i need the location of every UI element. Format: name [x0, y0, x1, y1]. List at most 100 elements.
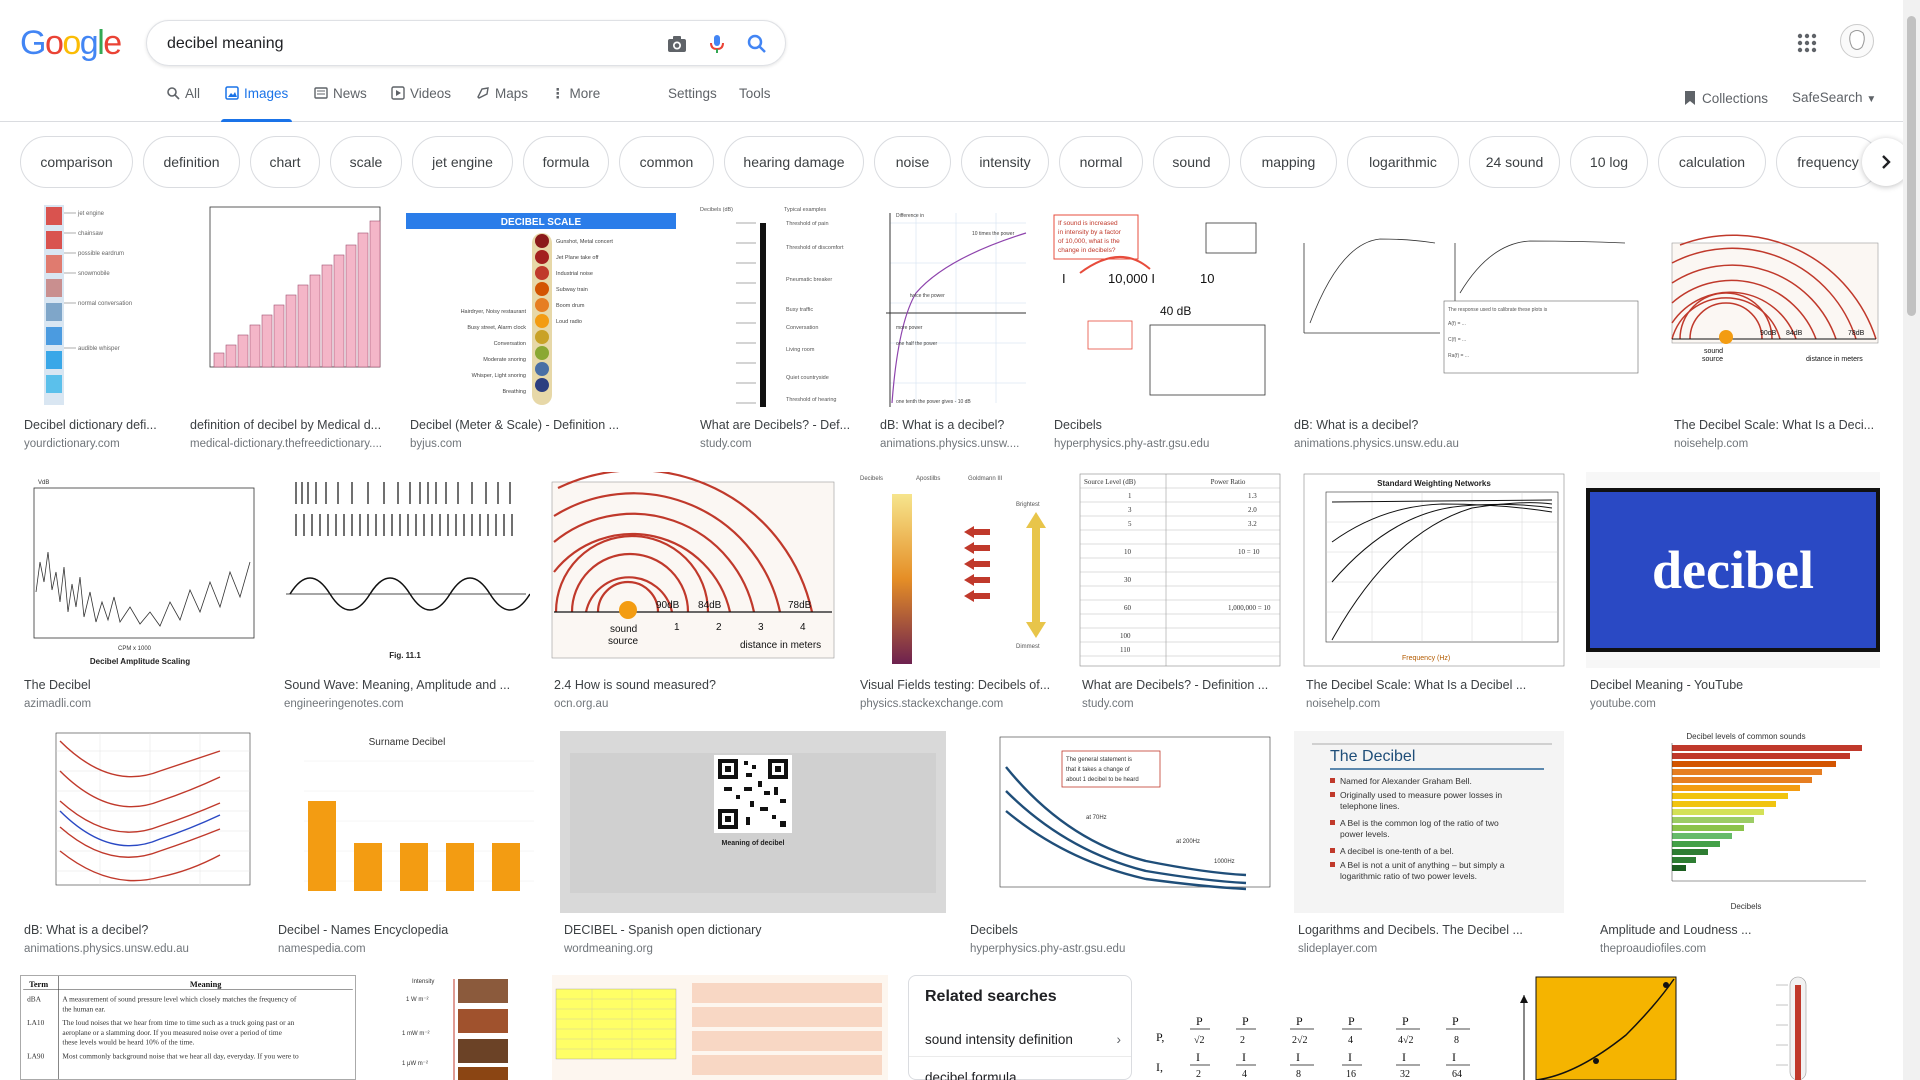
result-source[interactable]: yourdictionary.com — [24, 438, 166, 450]
result-title[interactable]: Decibels — [1054, 418, 1272, 432]
chip[interactable]: common — [619, 136, 714, 188]
image-result[interactable]: Source Level (dB) Power Ratio 1 3 5 10 30 60 1… — [1078, 472, 1282, 712]
image-result[interactable]: Standard Weighting Networks Frequency (H… — [1302, 472, 1566, 712]
result-source[interactable]: hyperphysics.phy-astr.gsu.edu — [1054, 438, 1272, 450]
tab-videos[interactable]: Videos — [391, 86, 451, 122]
image-result[interactable]: Term Meaning dBA A measurement of sound p… — [20, 975, 356, 1080]
image-result[interactable]: DECIBEL SCALE Gunshot, Metal concert Jet … — [406, 203, 676, 453]
image-result[interactable]: If sound is increased in intensity by a f… — [1050, 203, 1272, 453]
chip[interactable]: jet engine — [412, 136, 513, 188]
result-source[interactable]: noisehelp.com — [1674, 438, 1880, 450]
result-source[interactable]: hyperphysics.phy-astr.gsu.edu — [970, 943, 1274, 955]
result-source[interactable]: engineeringenotes.com — [284, 698, 530, 710]
image-result[interactable] — [552, 975, 888, 1080]
result-title[interactable]: Decibel (Meter & Scale) - Definition ... — [410, 418, 676, 432]
chip[interactable]: formula — [523, 136, 609, 188]
collections-link[interactable]: Collections — [1684, 90, 1768, 106]
chip[interactable]: 24 sound — [1469, 136, 1560, 188]
result-title[interactable]: 2.4 How is sound measured? — [554, 678, 836, 692]
result-title[interactable]: The Decibel Scale: What Is a Deci... — [1674, 418, 1880, 432]
avatar[interactable] — [1840, 24, 1874, 58]
result-source[interactable]: study.com — [1082, 698, 1282, 710]
result-title[interactable]: Decibel - Names Encyclopedia — [278, 923, 540, 937]
result-title[interactable]: Sound Wave: Meaning, Amplitude and ... — [284, 678, 530, 692]
image-result[interactable]: The general statement is that it takes a … — [966, 731, 1274, 963]
result-source[interactable]: animations.physics.unsw.edu.au — [1294, 438, 1650, 450]
image-result[interactable] — [1506, 975, 1696, 1080]
chip[interactable]: logarithmic — [1347, 136, 1459, 188]
result-title[interactable]: DECIBEL - Spanish open dictionary — [564, 923, 946, 937]
result-source[interactable]: noisehelp.com — [1306, 698, 1566, 710]
chip[interactable]: scale — [330, 136, 402, 188]
tab-news[interactable]: News — [314, 86, 367, 122]
tools-link[interactable]: Tools — [739, 86, 771, 101]
page-scrollbar[interactable] — [1903, 0, 1920, 1080]
image-result[interactable]: 90dB 84dB 78dB 1 2 3 4 sound source distance in … — [550, 472, 836, 712]
result-source[interactable]: youtube.com — [1590, 698, 1880, 710]
result-title[interactable]: What are Decibels? - Def... — [700, 418, 858, 432]
result-title[interactable]: Amplitude and Loudness ... — [1600, 923, 1880, 937]
chip[interactable]: definition — [143, 136, 240, 188]
result-title[interactable]: The Decibel Scale: What Is a Decibel ... — [1306, 678, 1566, 692]
tab-all[interactable]: All — [166, 86, 200, 122]
image-result[interactable]: P, P P P P P P I, I I I I I I √2 2 2√2 4 4√2 8 2 4 8 16 32 64 — [1152, 975, 1486, 1080]
image-result[interactable]: decibel Decibel Meaning - YouTube youtub… — [1586, 472, 1880, 712]
search-input[interactable] — [167, 33, 627, 55]
result-title[interactable]: Decibel Meaning - YouTube — [1590, 678, 1880, 692]
related-search-item[interactable]: decibel formula — [925, 1070, 1121, 1080]
result-title[interactable]: definition of decibel by Medical d... — [190, 418, 386, 432]
google-logo[interactable]: Google — [20, 24, 122, 63]
image-result[interactable]: VdB CPM x 1000 Decibel Amplitude Scaling … — [20, 472, 260, 712]
image-result[interactable]: Meaning of decibel DECIBEL - Spanish ope… — [560, 731, 946, 963]
result-title[interactable]: The Decibel — [24, 678, 260, 692]
tab-maps[interactable]: Maps — [476, 86, 528, 122]
result-title[interactable]: Decibel dictionary defi... — [24, 418, 166, 432]
chip[interactable]: normal — [1059, 136, 1143, 188]
chip[interactable]: calculation — [1658, 136, 1766, 188]
image-result[interactable]: Decibels Apostilbs Goldmann III Brightest Di… — [856, 472, 1058, 712]
image-result[interactable]: jet engine chainsaw possible eardrum snowmo… — [20, 203, 166, 453]
result-source[interactable]: wordmeaning.org — [564, 943, 946, 955]
result-source[interactable]: ocn.org.au — [554, 698, 836, 710]
result-title[interactable]: dB: What is a decibel? — [1294, 418, 1650, 432]
image-result[interactable]: Fig. 11.1 Sound Wave: Meaning, Amplitude… — [280, 472, 530, 712]
chip[interactable]: hearing damage — [724, 136, 864, 188]
result-source[interactable]: study.com — [700, 438, 858, 450]
result-source[interactable]: azimadli.com — [24, 698, 260, 710]
image-result[interactable]: dB: What is a decibel? animations.physic… — [20, 731, 254, 963]
scrollbar-thumb[interactable] — [1907, 16, 1916, 316]
image-result[interactable]: Surname Decibel Decibel - Names Encyclop… — [274, 731, 540, 963]
result-title[interactable]: dB: What is a decibel? — [24, 923, 254, 937]
chip[interactable]: chart — [250, 136, 320, 188]
result-source[interactable]: theproaudiofiles.com — [1600, 943, 1880, 955]
result-source[interactable]: slideplayer.com — [1298, 943, 1564, 955]
result-source[interactable]: physics.stackexchange.com — [860, 698, 1058, 710]
image-result[interactable]: 90dB 84dB 78dB sound source distance in meter… — [1670, 203, 1880, 453]
chip[interactable]: mapping — [1240, 136, 1337, 188]
related-search-item[interactable]: sound intensity definition › — [925, 1032, 1121, 1047]
chip[interactable]: sound — [1153, 136, 1230, 188]
result-source[interactable]: animations.physics.unsw.... — [880, 438, 1030, 450]
chip[interactable]: comparison — [20, 136, 133, 188]
result-title[interactable]: Decibels — [970, 923, 1274, 937]
image-result[interactable]: definition of decibel by Medical d... me… — [186, 203, 386, 453]
search-icon[interactable] — [745, 32, 769, 56]
result-source[interactable]: byjus.com — [410, 438, 676, 450]
image-result[interactable]: Intensity 1 W m⁻² 1 mW m⁻² 1 μW m⁻² — [376, 975, 532, 1080]
result-title[interactable]: Logarithms and Decibels. The Decibel ... — [1298, 923, 1564, 937]
tab-images[interactable]: Images — [220, 86, 293, 122]
result-source[interactable]: namespedia.com — [278, 943, 540, 955]
image-result[interactable]: Decibels (dB) Typical examples Threshold o… — [696, 203, 858, 453]
result-title[interactable]: dB: What is a decibel? — [880, 418, 1030, 432]
microphone-icon[interactable] — [705, 32, 729, 56]
result-title[interactable]: Visual Fields testing: Decibels of... — [860, 678, 1058, 692]
settings-link[interactable]: Settings — [668, 86, 717, 101]
image-result[interactable] — [1716, 975, 1880, 1080]
image-result[interactable]: Decibel levels of common sounds Decibels… — [1596, 731, 1880, 963]
image-result[interactable]: Difference in 10 times the power twice the… — [876, 203, 1030, 453]
camera-icon[interactable] — [665, 32, 689, 56]
result-source[interactable]: animations.physics.unsw.edu.au — [24, 943, 254, 955]
chip[interactable]: 10 log — [1570, 136, 1648, 188]
chip[interactable]: intensity — [961, 136, 1049, 188]
apps-grid-icon[interactable] — [1796, 32, 1818, 54]
